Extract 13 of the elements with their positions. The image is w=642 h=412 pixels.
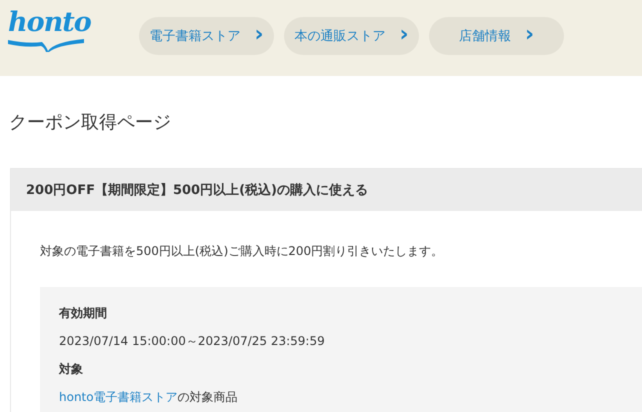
- swoosh-icon: [8, 36, 84, 52]
- detail-label: 対象: [59, 361, 84, 377]
- coupon-title: 200円OFF【期間限定】500円以上(税込)の購入に使える: [11, 169, 642, 211]
- nav-link[interactable]: 本の通販ストア ›: [284, 17, 419, 55]
- page-title: クーポン取得ページ: [8, 111, 172, 135]
- detail-value: 2023/07/14 15:00:00～2023/07/25 23:59:59: [59, 333, 326, 349]
- nav-link[interactable]: 店舗情報 ›: [429, 17, 564, 55]
- detail-label: 有効期間: [59, 305, 108, 321]
- logo[interactable]: honto: [8, 10, 91, 36]
- store-link[interactable]: honto電子書籍ストア: [59, 390, 178, 404]
- nav-link[interactable]: 電子書籍ストア ›: [139, 17, 274, 55]
- detail-value: honto電子書籍ストアの対象商品: [59, 389, 239, 405]
- coupon-description: 対象の電子書籍を500円以上(税込)ご購入時に200円割り引きいたします。: [39, 243, 444, 260]
